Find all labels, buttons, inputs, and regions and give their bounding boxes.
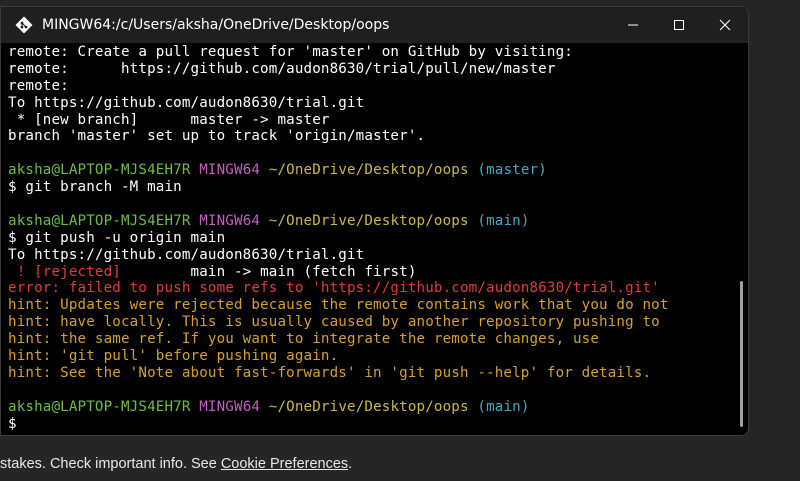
terminal-text-segment: MINGW64 [199,162,261,179]
terminal-line: hint: have locally. This is usually caus… [8,314,732,331]
window-controls [610,7,748,43]
terminal-line: aksha@LAPTOP-MJS4EH7R MINGW64 ~/OneDrive… [8,399,732,416]
terminal-text-segment: $ [8,415,17,432]
window-title: MINGW64:/c/Users/aksha/OneDrive/Desktop/… [42,17,390,33]
terminal-line: aksha@LAPTOP-MJS4EH7R MINGW64 ~/OneDrive… [8,213,732,230]
scrollbar-thumb[interactable] [740,281,743,427]
terminal-text-segment: $ git push -u origin main [8,229,226,246]
terminal-text-segment: aksha@LAPTOP-MJS4EH7R [8,212,191,229]
banner-text: stakes. Check important info. See [0,456,221,472]
terminal-text-segment: hint: have locally. This is usually caus… [8,314,660,331]
terminal-line: remote: Create a pull request for 'maste… [8,44,732,61]
terminal-text-segment: ! [rejected] [8,263,121,280]
terminal-text-segment: hint: 'git pull' before pushing again. [8,348,339,365]
terminal-line: aksha@LAPTOP-MJS4EH7R MINGW64 ~/OneDrive… [8,162,732,179]
terminal-text-segment: ~/OneDrive/Desktop/oops [268,212,469,229]
terminal-text-segment: MINGW64 [199,212,261,229]
terminal-line: To https://github.com/audon8630/trial.gi… [8,247,732,264]
terminal-text-segment: aksha@LAPTOP-MJS4EH7R [8,162,191,179]
terminal-line: hint: See the 'Note about fast-forwards'… [8,365,732,382]
terminal-line: error: failed to push some refs to 'http… [8,280,732,297]
terminal-line: branch 'master' set up to track 'origin/… [8,128,732,145]
maximize-button[interactable] [656,7,702,43]
terminal-text-segment: * [new branch] master -> master [8,111,330,128]
terminal-text-segment: branch 'master' set up to track 'origin/… [8,128,426,145]
terminal-text-segment: (master) [477,162,547,179]
terminal-line: $ git push -u origin main [8,230,732,247]
terminal-line: To https://github.com/audon8630/trial.gi… [8,95,732,112]
title-bar[interactable]: MINGW64:/c/Users/aksha/OneDrive/Desktop/… [1,7,748,43]
terminal-text-segment: remote: [8,77,69,94]
terminal-line: $ [8,416,732,433]
cookie-banner-text: stakes. Check important info. See Cookie… [0,456,352,472]
terminal-text-segment: To https://github.com/audon8630/trial.gi… [8,94,365,111]
terminal-text-segment: hint: Updates were rejected because the … [8,297,669,314]
terminal-line: remote: https://github.com/audon8630/tri… [8,61,732,78]
terminal-text-segment: $ git branch -M main [8,179,182,196]
git-bash-icon [14,15,34,35]
terminal-text-segment: ~/OneDrive/Desktop/oops [268,398,469,415]
terminal-text-segment: ~/OneDrive/Desktop/oops [268,162,469,179]
minimize-icon [627,16,639,35]
terminal-text-segment: main -> main (fetch first) [121,263,417,280]
terminal-text-segment: To https://github.com/audon8630/trial.gi… [8,246,365,263]
terminal-text-segment: MINGW64 [199,398,261,415]
terminal-text-segment: remote: https://github.com/audon8630/tri… [8,60,556,77]
banner-suffix: . [348,456,353,472]
terminal-text-segment: (main) [477,212,530,229]
terminal-line: $ git branch -M main [8,179,732,196]
close-icon [719,16,731,35]
terminal-text-segment: hint: the same ref. If you want to integ… [8,331,600,348]
terminal-text-segment: hint: See the 'Note about fast-forwards'… [8,364,652,381]
minimize-button[interactable] [610,7,656,43]
terminal-line: hint: 'git pull' before pushing again. [8,348,732,365]
terminal-line: * [new branch] master -> master [8,112,732,129]
terminal-window: MINGW64:/c/Users/aksha/OneDrive/Desktop/… [0,6,749,436]
terminal-text-segment: aksha@LAPTOP-MJS4EH7R [8,398,191,415]
terminal-line: hint: the same ref. If you want to integ… [8,331,732,348]
close-button[interactable] [702,7,748,43]
terminal-text-segment: remote: Create a pull request for 'maste… [8,44,573,60]
terminal-line: hint: Updates were rejected because the … [8,297,732,314]
terminal-output[interactable]: remote: Create a pull request for 'maste… [8,44,732,435]
terminal-text-segment: error: failed to push some refs to 'http… [8,280,660,297]
terminal-line: ! [rejected] main -> main (fetch first) [8,264,732,281]
maximize-icon [673,16,685,35]
terminal-line: remote: [8,78,732,95]
cookie-preferences-link[interactable]: Cookie Preferences [221,456,348,472]
terminal-text-segment: (main) [477,398,530,415]
